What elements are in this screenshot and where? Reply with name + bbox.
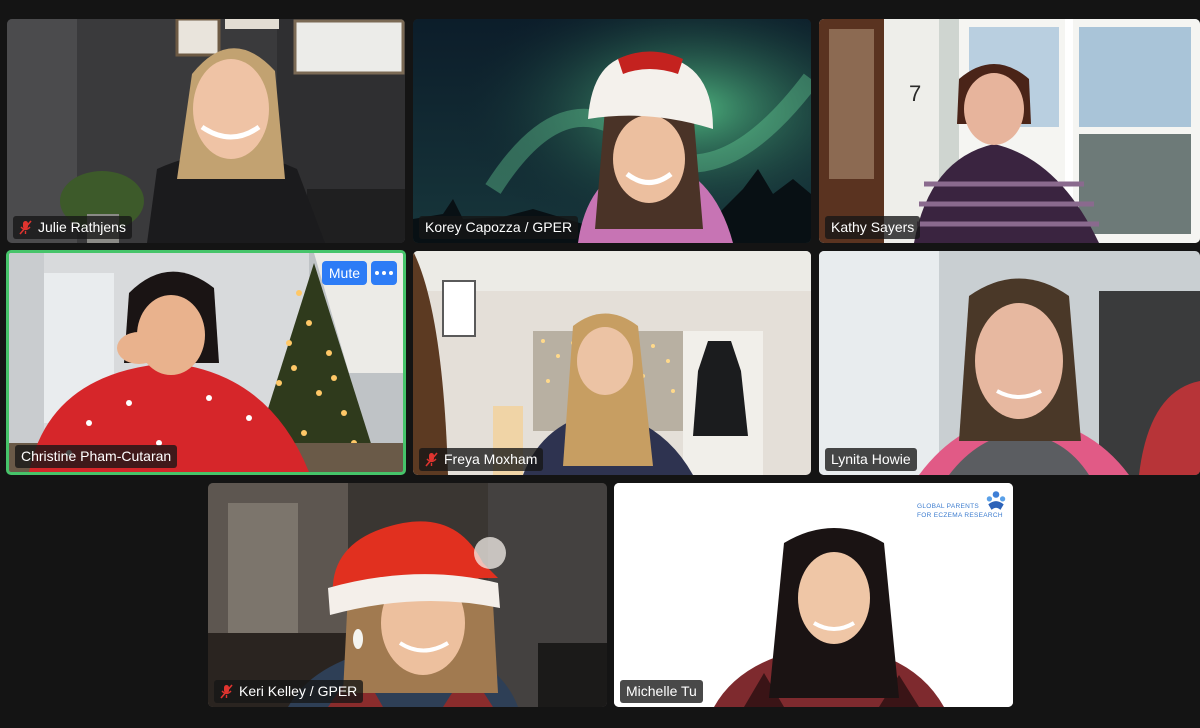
participant-name: Lynita Howie [831, 451, 911, 467]
video-feed [413, 19, 811, 243]
participant-tile-keri[interactable]: Keri Kelley / GPER [208, 483, 607, 707]
participant-tile-christine[interactable]: Mute Christine Pham-Cutaran [6, 250, 406, 475]
participant-name: Freya Moxham [444, 451, 538, 467]
mute-button[interactable]: Mute [321, 261, 367, 285]
participant-tile-julie[interactable]: Julie Rathjens [7, 19, 405, 243]
participant-tile-freya[interactable]: Freya Moxham [413, 251, 811, 475]
name-tag: Korey Capozza / GPER [419, 216, 579, 239]
tile-hover-controls: Mute [321, 261, 397, 285]
participant-name: Michelle Tu [626, 683, 697, 699]
gper-logo-icon [986, 491, 1006, 510]
muted-mic-icon [220, 683, 233, 699]
participant-tile-michelle[interactable]: GLOBAL PARENTS FOR ECZEMA RESEARCH Miche… [614, 483, 1013, 707]
participant-tile-lynita[interactable]: Lynita Howie [819, 251, 1200, 475]
logo-line-2: FOR ECZEMA RESEARCH [917, 512, 1003, 519]
gallery-view: Julie Rathjens Korey Capozza / GPER 7 Ka… [0, 0, 1200, 728]
video-feed [7, 19, 405, 243]
participant-name: Keri Kelley / GPER [239, 683, 358, 699]
participant-name: Julie Rathjens [38, 219, 126, 235]
participant-tile-kathy[interactable]: 7 Kathy Sayers [819, 19, 1200, 243]
name-tag: Christine Pham-Cutaran [15, 445, 178, 468]
video-feed [9, 253, 403, 472]
muted-mic-icon [425, 451, 438, 467]
participant-tile-korey[interactable]: Korey Capozza / GPER [413, 19, 811, 243]
muted-mic-icon [19, 219, 32, 235]
house-number: 7 [909, 81, 922, 106]
video-feed [413, 251, 811, 475]
video-feed [819, 19, 1200, 243]
logo-line-1: GLOBAL PARENTS [917, 503, 979, 510]
name-tag: Lynita Howie [825, 448, 917, 471]
more-options-button[interactable] [371, 261, 397, 285]
gper-logo: GLOBAL PARENTS FOR ECZEMA RESEARCH [917, 489, 1007, 523]
video-feed [819, 251, 1200, 475]
participant-name: Korey Capozza / GPER [425, 219, 573, 235]
name-tag: Freya Moxham [419, 448, 544, 471]
name-tag: Michelle Tu [620, 680, 703, 703]
name-tag: Kathy Sayers [825, 216, 921, 239]
name-tag: Julie Rathjens [13, 216, 132, 239]
video-feed [208, 483, 607, 707]
name-tag: Keri Kelley / GPER [214, 680, 364, 703]
participant-name: Kathy Sayers [831, 219, 915, 235]
participant-name: Christine Pham-Cutaran [21, 448, 172, 464]
ellipsis-icon [375, 271, 393, 275]
